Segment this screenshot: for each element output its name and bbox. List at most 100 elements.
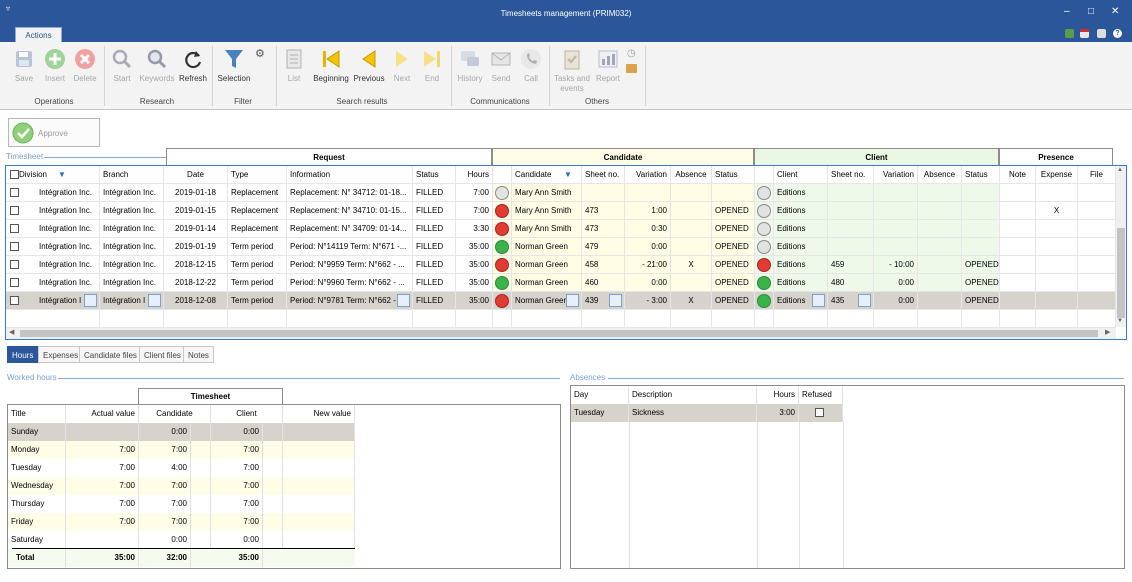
col-header-clstatus[interactable]: Status xyxy=(962,166,1000,184)
send-button[interactable]: Send xyxy=(487,47,515,83)
new-value-input[interactable] xyxy=(283,531,355,549)
worked-hours-row[interactable]: Thursday 7:00 7:00 7:00 xyxy=(8,495,355,513)
delete-button[interactable]: Delete xyxy=(71,47,99,83)
scroll-left-icon[interactable]: ◀ xyxy=(9,328,14,336)
tab-hours[interactable]: Hours xyxy=(7,346,39,363)
table-row[interactable]: Intégration Inc. Intégration Inc. 2019-01-… xyxy=(6,184,1116,202)
clsheet-lookup-icon[interactable] xyxy=(858,294,871,307)
table-row[interactable]: Intégration Inc. Intégration Inc. 2018-12-… xyxy=(6,274,1116,292)
table-row[interactable]: Intégration Inc. Intégration Inc. 2019-01-… xyxy=(6,238,1116,256)
select-all-checkbox[interactable] xyxy=(10,170,19,179)
col-header-branch[interactable]: Branch xyxy=(100,166,164,184)
scroll-up-icon[interactable]: ▲ xyxy=(1117,167,1123,173)
horizontal-scrollbar[interactable]: ◀ ▶ xyxy=(6,328,1116,339)
list-button[interactable]: List xyxy=(280,47,308,83)
maximize-icon[interactable]: □ xyxy=(1088,6,1094,17)
beginning-button[interactable]: Beginning xyxy=(310,47,352,83)
table-row[interactable]: Intégration Inc. Intégration Inc. 2018-12-… xyxy=(6,256,1116,274)
col-header-client[interactable]: Client xyxy=(774,166,828,184)
tab-client-files[interactable]: Client files xyxy=(139,346,186,363)
client-lookup-icon[interactable] xyxy=(812,294,825,307)
row-checkbox[interactable] xyxy=(10,206,19,215)
tab-expenses[interactable]: Expenses xyxy=(38,346,84,363)
worked-hours-row[interactable]: Tuesday 7:00 4:00 7:00 xyxy=(8,459,355,477)
calendar-icon[interactable] xyxy=(1080,29,1089,38)
col-header-absence[interactable]: Absence xyxy=(671,166,712,184)
start-button[interactable]: Start xyxy=(108,47,136,83)
col-header-status[interactable]: Status xyxy=(413,166,456,184)
branch-lookup-icon[interactable] xyxy=(148,294,161,307)
tasks-and-events-button[interactable]: Tasks and events xyxy=(553,47,591,94)
row-checkbox[interactable] xyxy=(10,242,19,251)
col-header-candidate[interactable]: Candidate ▼ xyxy=(512,166,582,184)
sheet-lookup-icon[interactable] xyxy=(609,294,622,307)
col-header-sheet[interactable]: Sheet no. xyxy=(582,166,625,184)
new-value-input[interactable] xyxy=(283,441,355,459)
row-checkbox[interactable] xyxy=(10,188,19,197)
calculator-icon[interactable] xyxy=(1065,29,1074,38)
col-header-dot1[interactable] xyxy=(493,166,512,184)
selection-button[interactable]: Selection xyxy=(214,47,254,83)
col-header-hours[interactable]: Hours xyxy=(456,166,493,184)
vertical-scroll-thumb[interactable] xyxy=(1117,228,1125,318)
tab-candidate-files[interactable]: Candidate files xyxy=(79,346,142,363)
col-header-clsheet[interactable]: Sheet no. xyxy=(828,166,874,184)
worked-hours-row[interactable]: Monday 7:00 7:00 7:00 xyxy=(8,441,355,459)
tab-actions[interactable]: Actions xyxy=(15,27,62,43)
new-value-input[interactable] xyxy=(283,477,355,495)
table-row[interactable]: Intégration I Intégration I 2018-12-08 Term… xyxy=(6,292,1116,310)
tab-notes[interactable]: Notes xyxy=(183,346,214,363)
col-header-clvar[interactable]: Variation xyxy=(874,166,918,184)
new-value-input[interactable] xyxy=(283,495,355,513)
row-checkbox[interactable] xyxy=(10,260,19,269)
next-button[interactable]: Next xyxy=(388,47,416,83)
col-header-dot2[interactable] xyxy=(755,166,774,184)
new-value-input[interactable] xyxy=(283,513,355,531)
refused-checkbox[interactable] xyxy=(815,408,824,417)
approve-button[interactable]: Approve xyxy=(8,118,100,147)
worked-hours-row[interactable]: Sunday 0:00 0:00 xyxy=(8,423,355,441)
insert-button[interactable]: Insert xyxy=(41,47,69,83)
keywords-button[interactable]: Keywords xyxy=(138,47,176,83)
col-header-file[interactable]: File xyxy=(1078,166,1116,184)
col-header-division[interactable]: Division ▼ xyxy=(6,166,100,184)
scroll-right-icon[interactable]: ▶ xyxy=(1105,328,1110,336)
row-checkbox[interactable] xyxy=(10,224,19,233)
previous-button[interactable]: Previous xyxy=(352,47,386,83)
col-header-type[interactable]: Type xyxy=(228,166,287,184)
col-header-variation[interactable]: Variation xyxy=(625,166,671,184)
table-row[interactable]: Intégration Inc. Intégration Inc. 2019-01-… xyxy=(6,202,1116,220)
worked-hours-row[interactable]: Saturday 0:00 0:00 xyxy=(8,531,355,549)
refresh-button[interactable]: Refresh xyxy=(177,47,209,83)
division-filter-icon[interactable]: ▼ xyxy=(58,166,66,183)
col-header-cstatus[interactable]: Status xyxy=(712,166,755,184)
scroll-down-icon[interactable]: ▼ xyxy=(1117,318,1123,324)
history-button[interactable]: History xyxy=(455,47,485,83)
minimize-icon[interactable]: – xyxy=(1064,6,1070,17)
report-button[interactable]: Report xyxy=(593,47,623,83)
col-header-info[interactable]: Information xyxy=(287,166,413,184)
col-header-date[interactable]: Date xyxy=(164,166,228,184)
vertical-scrollbar[interactable]: ▲ ▼ xyxy=(1116,166,1126,327)
printer-icon[interactable] xyxy=(1097,29,1106,38)
col-header-expense[interactable]: Expense xyxy=(1036,166,1078,184)
filter-settings-icon[interactable]: ⚙ xyxy=(255,47,265,60)
horizontal-scroll-thumb[interactable] xyxy=(20,330,1098,337)
save-button[interactable]: Save xyxy=(10,47,38,83)
col-header-note[interactable]: Note xyxy=(1000,166,1036,184)
worked-hours-row[interactable]: Friday 7:00 7:00 7:00 xyxy=(8,513,355,531)
row-checkbox[interactable] xyxy=(10,278,19,287)
col-header-clabs[interactable]: Absence xyxy=(918,166,962,184)
toolbox-icon[interactable] xyxy=(626,64,637,73)
table-row[interactable]: Intégration Inc. Intégration Inc. 2019-01-… xyxy=(6,220,1116,238)
candidate-lookup-icon[interactable] xyxy=(566,294,579,307)
row-checkbox[interactable] xyxy=(10,296,19,305)
new-value-input[interactable] xyxy=(283,459,355,477)
new-value-input[interactable] xyxy=(283,423,355,441)
close-icon[interactable]: ✕ xyxy=(1111,6,1119,17)
absence-row[interactable]: Tuesday Sickness 3:00 xyxy=(571,404,843,422)
clock-icon[interactable]: ◷ xyxy=(627,48,636,59)
division-lookup-icon[interactable] xyxy=(84,294,97,307)
worked-hours-row[interactable]: Wednesday 7:00 7:00 7:00 xyxy=(8,477,355,495)
help-icon[interactable]: ? xyxy=(1113,29,1122,38)
